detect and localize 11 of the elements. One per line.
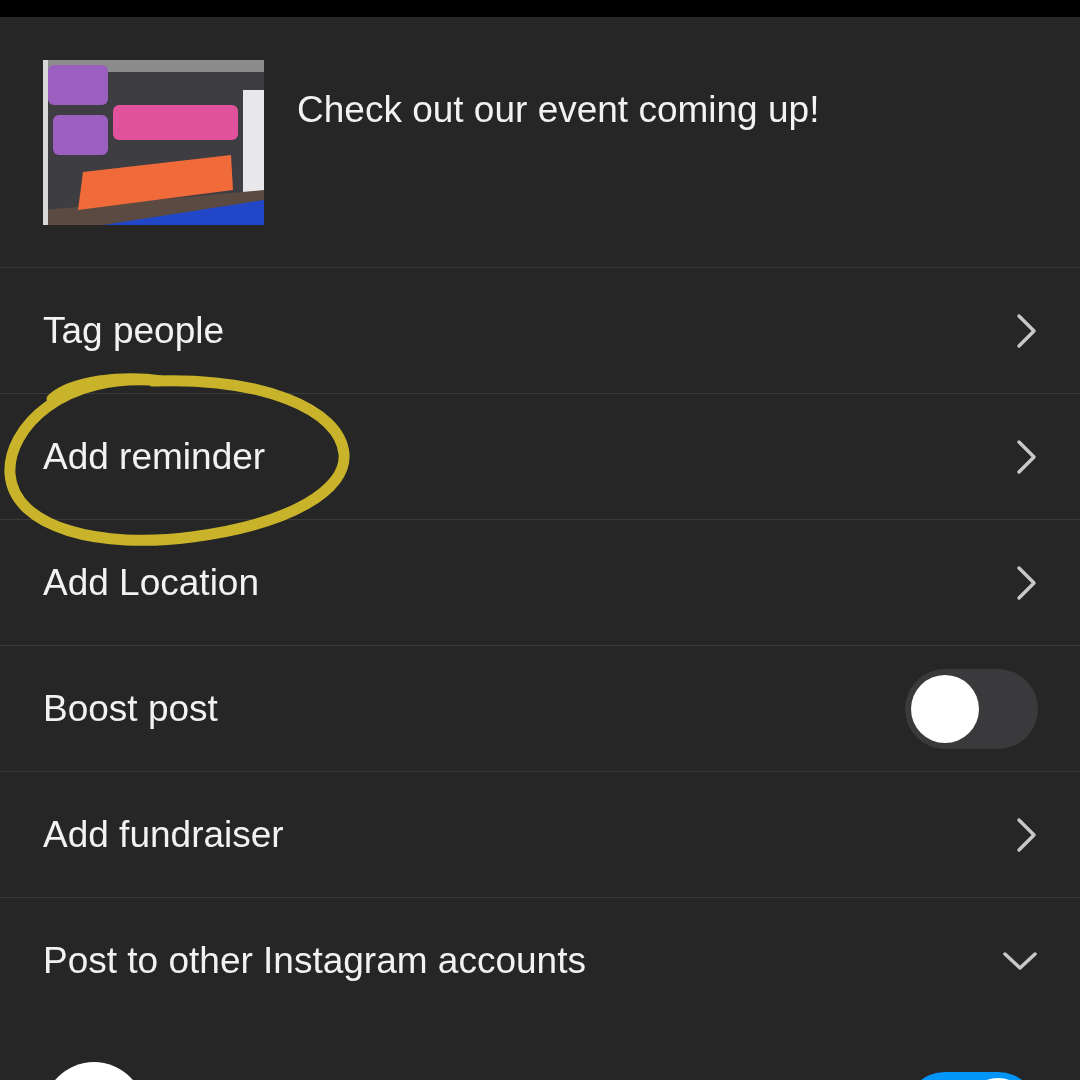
row-label[interactable]: Add Location — [43, 554, 259, 611]
caption-text: Check out our event coming up! — [297, 88, 820, 132]
chevron-right-icon — [1016, 312, 1038, 349]
row-label[interactable]: Add fundraiser — [43, 806, 284, 863]
row-label[interactable]: Add reminder — [43, 428, 266, 485]
chevron-right-icon — [1016, 438, 1038, 475]
row-label[interactable]: Boost post — [43, 680, 218, 737]
row-label[interactable]: Post to other Instagram accounts — [43, 933, 586, 989]
chevron-right-icon — [1016, 816, 1038, 853]
row-label[interactable]: Tag people — [43, 302, 225, 359]
chevron-right-icon — [1016, 564, 1038, 601]
